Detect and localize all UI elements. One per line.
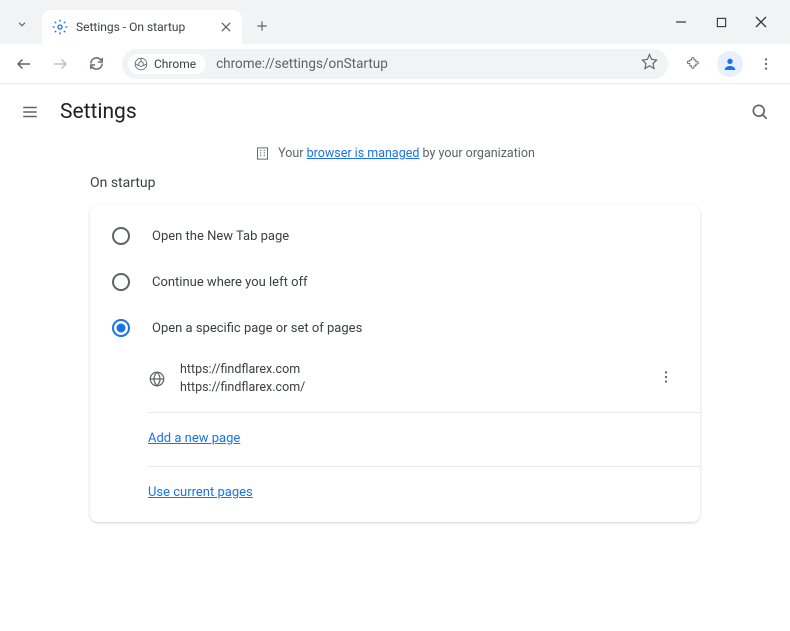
plus-icon	[255, 19, 269, 33]
hamburger-icon	[21, 103, 39, 121]
startup-page-title: https://findflarex.com	[180, 361, 654, 379]
chrome-menu-button[interactable]	[750, 48, 782, 80]
use-current-row: Use current pages	[90, 467, 700, 514]
managed-text: Your browser is managed by your organiza…	[278, 146, 535, 161]
window-titlebar: Settings - On startup	[0, 0, 790, 44]
chrome-logo-icon	[134, 57, 148, 71]
tab-search-button[interactable]	[8, 10, 36, 38]
section-title: On startup	[90, 175, 700, 191]
add-page-link[interactable]: Add a new page	[148, 431, 240, 446]
option-specific-pages[interactable]: Open a specific page or set of pages	[90, 305, 700, 351]
profile-avatar	[717, 51, 743, 77]
radio-checked-icon	[112, 319, 130, 337]
option-new-tab[interactable]: Open the New Tab page	[90, 213, 700, 259]
option-label: Open a specific page or set of pages	[152, 321, 362, 336]
settings-content: On startup Open the New Tab page Continu…	[0, 175, 790, 522]
option-label: Open the New Tab page	[152, 229, 289, 244]
arrow-right-icon	[51, 55, 69, 73]
startup-page-menu-button[interactable]	[654, 369, 678, 389]
address-bar[interactable]: Chrome chrome://settings/onStartup	[122, 49, 668, 79]
startup-page-url: https://findflarex.com/	[180, 379, 654, 397]
url-text: chrome://settings/onStartup	[216, 56, 641, 72]
search-settings-button[interactable]	[746, 98, 774, 126]
minimize-button[interactable]	[672, 13, 690, 31]
maximize-button[interactable]	[712, 13, 730, 31]
add-page-row: Add a new page	[90, 413, 700, 460]
radio-unchecked-icon	[112, 273, 130, 291]
profile-button[interactable]	[714, 48, 746, 80]
page-title: Settings	[60, 100, 137, 124]
managed-link[interactable]: browser is managed	[307, 146, 420, 161]
building-icon	[255, 146, 270, 161]
close-icon	[755, 16, 767, 28]
tab-close-button[interactable]	[218, 19, 234, 35]
tab-title: Settings - On startup	[76, 20, 218, 34]
more-vertical-icon	[658, 369, 674, 385]
maximize-icon	[716, 17, 727, 28]
browser-tab[interactable]: Settings - On startup	[42, 10, 242, 44]
window-controls	[672, 0, 786, 44]
site-chip[interactable]: Chrome	[128, 54, 206, 74]
new-tab-button[interactable]	[248, 12, 276, 40]
puzzle-icon	[686, 55, 703, 72]
option-label: Continue where you left off	[152, 275, 308, 290]
browser-toolbar: Chrome chrome://settings/onStartup	[0, 44, 790, 84]
startup-page-row: https://findflarex.com https://findflare…	[90, 351, 700, 406]
search-icon	[750, 102, 770, 122]
chevron-down-icon	[15, 17, 29, 31]
minimize-icon	[675, 16, 687, 28]
more-vertical-icon	[758, 56, 774, 72]
use-current-link[interactable]: Use current pages	[148, 485, 253, 500]
settings-header: Settings	[0, 84, 790, 140]
back-button[interactable]	[8, 48, 40, 80]
forward-button[interactable]	[44, 48, 76, 80]
radio-unchecked-icon	[112, 227, 130, 245]
reload-button[interactable]	[80, 48, 112, 80]
startup-page-text: https://findflarex.com https://findflare…	[180, 361, 654, 396]
extensions-button[interactable]	[678, 48, 710, 80]
close-window-button[interactable]	[752, 13, 770, 31]
close-icon	[221, 22, 231, 32]
main-menu-button[interactable]	[16, 98, 44, 126]
option-continue[interactable]: Continue where you left off	[90, 259, 700, 305]
arrow-left-icon	[15, 55, 33, 73]
bookmark-button[interactable]	[641, 53, 658, 74]
settings-gear-icon	[52, 19, 68, 35]
person-icon	[722, 56, 738, 72]
startup-card: Open the New Tab page Continue where you…	[90, 205, 700, 522]
star-icon	[641, 53, 658, 70]
managed-banner: Your browser is managed by your organiza…	[0, 140, 790, 175]
reload-icon	[88, 55, 105, 72]
globe-icon	[148, 370, 166, 388]
site-chip-label: Chrome	[154, 57, 196, 71]
